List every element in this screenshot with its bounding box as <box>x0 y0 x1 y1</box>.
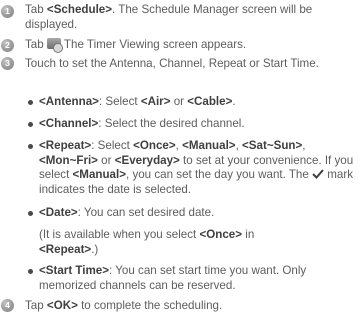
date-note-a: (It is available when you select <box>39 228 200 241</box>
sat-sun-label: <Sat~Sun> <box>242 139 303 152</box>
repeat-label: <Repeat> <box>39 139 92 152</box>
start-time-label: <Start Time> <box>39 264 110 277</box>
bullet-start-time: <Start Time>: You can set start time you… <box>39 264 359 293</box>
antenna-text-1: : Select <box>98 95 141 108</box>
date-text: : You can set desired date. <box>77 206 215 219</box>
everyday-label: <Everyday> <box>114 153 180 167</box>
step-4-text-a: Tap <box>25 299 47 312</box>
step-number-4: 4 <box>1 299 14 312</box>
repeat-text-7: , you can set the day you want. The <box>126 168 313 182</box>
bullet-antenna: <Antenna>: Select <Air> or <Cable>. <box>39 95 359 110</box>
step-3-text: Touch to set the Antenna, Channel, Repea… <box>25 57 319 70</box>
step-2-text: Tab The Timer Viewing screen appears. <box>25 38 359 53</box>
manual-label-2: <Manual> <box>72 168 126 182</box>
mon-fri-label: <Mon~Fri> <box>39 153 98 167</box>
channel-label: <Channel> <box>39 117 99 130</box>
manual-label: <Manual> <box>182 139 236 152</box>
once-label-2: <Once> <box>199 228 243 241</box>
step-1-text-a: Tab <box>25 3 47 16</box>
once-label: <Once> <box>133 139 176 152</box>
repeat-text-5: or <box>97 153 115 167</box>
step-number-2: 2 <box>1 39 14 52</box>
channel-text: : Select the desired channel. <box>98 117 245 130</box>
checkmark-icon <box>312 169 324 180</box>
bullet-dot <box>28 144 33 149</box>
bullet-dot <box>28 100 33 105</box>
step-2-text-a: Tab <box>25 38 47 51</box>
date-note-b: in <box>242 228 255 241</box>
date-note: (It is available when you select <Once> … <box>39 228 359 257</box>
cable-label: <Cable> <box>187 95 233 108</box>
date-note-c: .) <box>91 242 99 256</box>
ok-label: <OK> <box>46 299 78 312</box>
bullet-channel: <Channel>: Select the desired channel. <box>39 117 359 132</box>
antenna-text-3: . <box>232 95 236 108</box>
timer-tv-icon <box>46 38 63 53</box>
bullet-dot <box>28 269 33 274</box>
date-label: <Date> <box>39 206 78 219</box>
bullet-dot <box>28 211 33 216</box>
repeat-text-1: : Select <box>91 139 134 152</box>
antenna-label: <Antenna> <box>39 95 99 108</box>
bullet-repeat: <Repeat>: Select <Once>, <Manual>, <Sat~… <box>39 139 357 197</box>
bullet-dot <box>28 122 33 127</box>
step-4-text-b: to complete the scheduling. <box>77 299 223 312</box>
repeat-label-2: <Repeat> <box>39 242 92 256</box>
step-number-3: 3 <box>1 57 14 70</box>
repeat-text-4: , <box>302 139 306 152</box>
step-4-text: Tap <OK> to complete the scheduling. <box>25 299 359 314</box>
bullet-date: <Date>: You can set desired date. <box>39 206 359 221</box>
antenna-text-2: or <box>170 95 188 108</box>
schedule-label: <Schedule> <box>46 3 113 16</box>
step-number-1: 1 <box>1 5 14 18</box>
step-1-text: Tab <Schedule>. The Schedule Manager scr… <box>25 3 359 32</box>
step-2-text-b: The Timer Viewing screen appears. <box>60 38 247 51</box>
air-label: <Air> <box>140 95 171 108</box>
